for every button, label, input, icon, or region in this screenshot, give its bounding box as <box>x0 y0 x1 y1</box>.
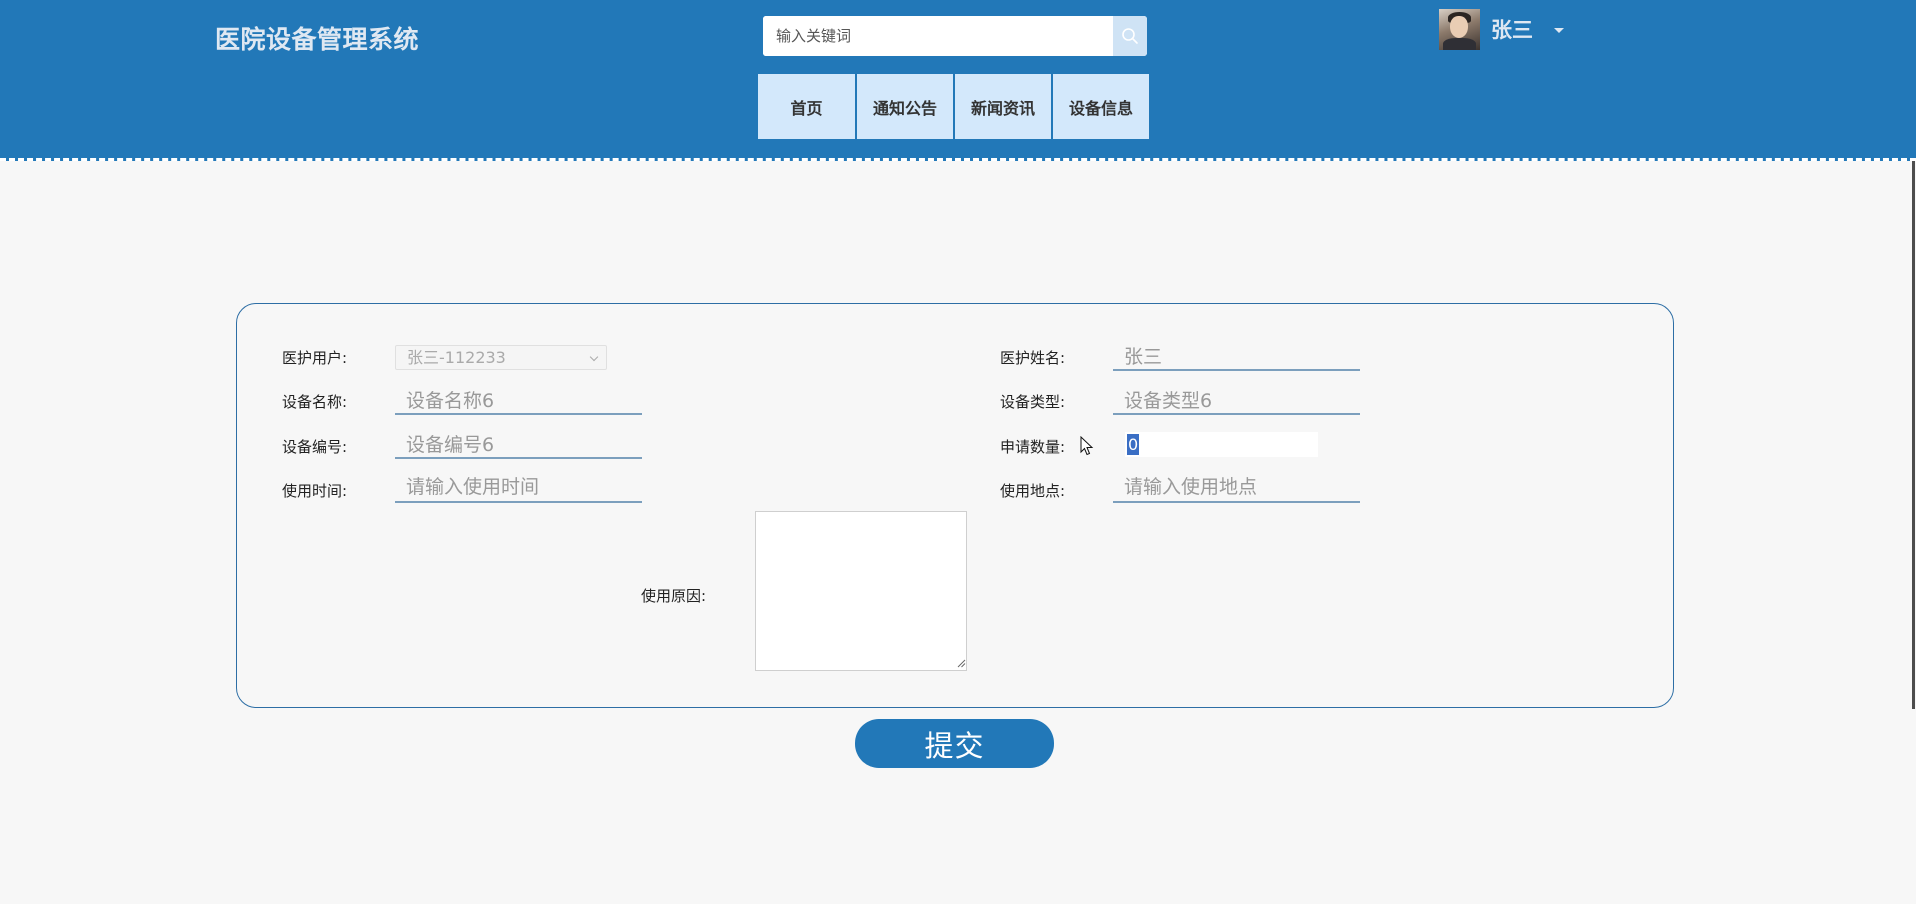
submit-button[interactable]: 提交 <box>855 719 1054 768</box>
user-menu[interactable]: 张三 <box>1439 8 1564 50</box>
search-input[interactable] <box>763 16 1113 56</box>
device-name-label: 设备名称: <box>282 393 348 411</box>
search-icon <box>1122 28 1138 44</box>
app-title: 医院设备管理系统 <box>215 25 420 54</box>
use-reason-textarea[interactable] <box>755 511 967 671</box>
medical-name-field[interactable] <box>1113 341 1360 371</box>
nav-news[interactable]: 新闻资讯 <box>955 74 1051 139</box>
search-button[interactable] <box>1113 16 1147 56</box>
medical-user-value: 张三-112233 <box>407 348 506 367</box>
device-name-field[interactable] <box>395 385 642 415</box>
nav-notices[interactable]: 通知公告 <box>857 74 953 139</box>
caret-down-icon[interactable] <box>1554 27 1564 33</box>
resize-grip-icon[interactable] <box>957 659 966 668</box>
medical-user-select[interactable]: 张三-112233 <box>395 345 607 370</box>
use-reason-label: 使用原因: <box>641 587 707 605</box>
apply-qty-value: 0 <box>1127 434 1140 455</box>
top-header: 医院设备管理系统 张三 首页 通知公告 新闻资讯 设备信息 <box>0 0 1916 161</box>
device-type-field[interactable] <box>1113 385 1360 415</box>
username[interactable]: 张三 <box>1491 14 1533 44</box>
avatar[interactable] <box>1439 8 1480 50</box>
use-place-field[interactable] <box>1113 473 1360 503</box>
use-time-label: 使用时间: <box>282 482 348 500</box>
medical-name-label: 医护姓名: <box>1000 349 1066 367</box>
apply-qty-field[interactable] <box>1125 432 1318 457</box>
device-type-label: 设备类型: <box>1000 393 1066 411</box>
use-time-field[interactable] <box>395 473 642 503</box>
nav-devices[interactable]: 设备信息 <box>1053 74 1149 139</box>
medical-user-label: 医护用户: <box>282 349 348 367</box>
mouse-pointer-icon <box>1080 436 1094 456</box>
apply-qty-label: 申请数量: <box>1000 438 1066 456</box>
nav-home[interactable]: 首页 <box>758 74 855 139</box>
search-box <box>763 16 1147 56</box>
device-no-label: 设备编号: <box>282 438 348 456</box>
chevron-down-icon <box>589 352 599 362</box>
device-no-field[interactable] <box>395 429 642 459</box>
main-nav: 首页 通知公告 新闻资讯 设备信息 <box>758 74 1151 139</box>
page-scrollbar[interactable] <box>1912 161 1915 709</box>
use-place-label: 使用地点: <box>1000 482 1066 500</box>
